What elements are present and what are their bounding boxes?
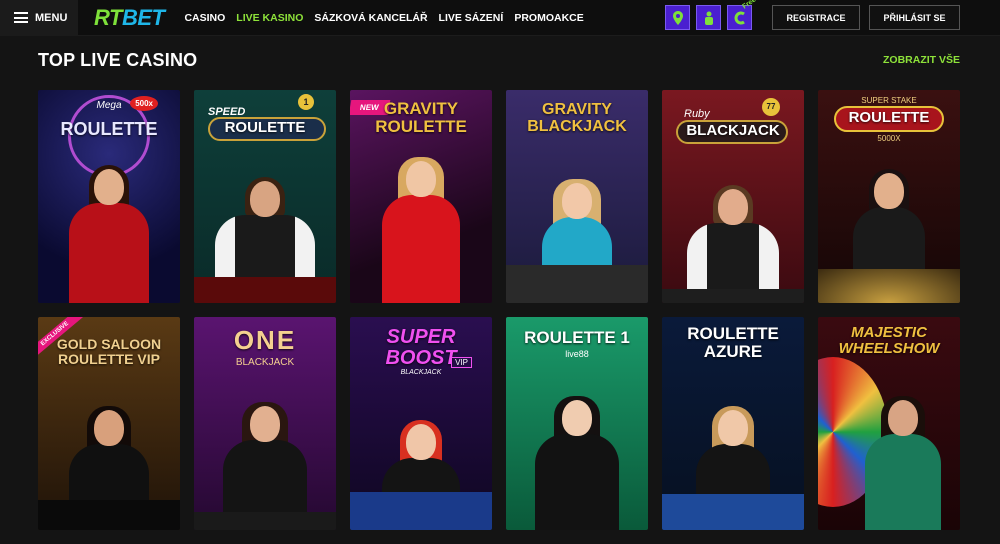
multiplier-badge: 77	[762, 98, 780, 116]
nav-casino[interactable]: CASINO	[184, 12, 225, 24]
game-tile-roulette-azure[interactable]: ROULETTE AZURE	[662, 317, 804, 530]
game-title: GRAVITY BLACKJACK	[527, 101, 627, 135]
map-pin-icon[interactable]	[665, 5, 690, 30]
game-tile-mega-roulette[interactable]: Mega ROULETTE 500x	[38, 90, 180, 303]
section-title: TOP LIVE CASINO	[38, 50, 198, 70]
logo-part-bet: BET	[121, 4, 165, 30]
game-title: ROULETTE AZURE	[687, 324, 779, 361]
game-tile-one-blackjack[interactable]: ONE BLACKJACK	[194, 317, 336, 530]
roulette-table	[38, 500, 180, 530]
game-tile-majestic-wheelshow[interactable]: MAJESTIC WHEELSHOW	[818, 317, 960, 530]
dealer-image	[535, 396, 619, 530]
game-tile-ruby-blackjack[interactable]: Ruby BLACKJACK 77	[662, 90, 804, 303]
game-subtitle: BLACKJACK	[235, 357, 295, 368]
game-title: MAJESTIC WHEELSHOW	[838, 324, 940, 357]
game-tile-gravity-roulette[interactable]: NEW GRAVITY ROULETTE	[350, 90, 492, 303]
game-title: ROULETTE	[848, 109, 930, 126]
game-prefix: Ruby	[684, 108, 710, 120]
menu-label: MENU	[35, 11, 68, 24]
blackjack-table	[350, 492, 492, 530]
game-subtitle: BLACKJACK	[400, 369, 442, 376]
main-nav: CASINO LIVE KASINO SÁZKOVÁ KANCELÁŘ LIVE…	[184, 12, 583, 24]
nav-live-kasino[interactable]: LIVE KASINO	[236, 12, 303, 24]
dealer-image	[865, 396, 942, 530]
nav-promoakce[interactable]: PROMOAKCE	[514, 12, 583, 24]
provider-label: live88	[565, 349, 589, 359]
roulette-table	[662, 494, 804, 530]
player-icon[interactable]	[696, 5, 721, 30]
nav-sazkova-kancelar[interactable]: SÁZKOVÁ KANCELÁŘ	[314, 12, 427, 24]
game-tile-roulette-1[interactable]: ROULETTE 1 live88	[506, 317, 648, 530]
game-prefix: Mega	[96, 100, 122, 111]
quick-icons: Free	[665, 0, 758, 30]
login-button[interactable]: PŘIHLÁSIT SE	[869, 5, 960, 30]
game-tile-speed-roulette[interactable]: SPEED ROULETTE 1	[194, 90, 336, 303]
game-title: GRAVITY ROULETTE	[375, 99, 467, 136]
blackjack-table	[662, 289, 804, 303]
blackjack-table	[194, 512, 336, 530]
game-title: GOLD SALOON ROULETTE VIP	[56, 336, 162, 367]
game-subtitle: 5000X	[877, 134, 901, 143]
nav-live-sazeni[interactable]: LIVE SÁZENÍ	[439, 12, 504, 24]
dealer-image	[687, 185, 779, 303]
roulette-table	[194, 277, 336, 303]
site-logo[interactable]: RTBET	[94, 4, 165, 31]
logo-part-rt: RT	[94, 4, 122, 30]
dealer-image	[382, 157, 460, 303]
game-prefix: SUPER STAKE	[861, 96, 917, 105]
game-tile-gold-saloon-roulette-vip[interactable]: EXCLUSIVE GOLD SALOON ROULETTE VIP	[38, 317, 180, 530]
game-tile-super-stake-roulette[interactable]: SUPER STAKE ROULETTE 5000X	[818, 90, 960, 303]
vip-badge: VIP	[451, 357, 472, 368]
show-all-link[interactable]: ZOBRAZIT VŠE	[883, 54, 960, 66]
menu-button[interactable]: MENU	[0, 0, 78, 36]
hamburger-icon	[14, 12, 28, 23]
blackjack-table	[506, 265, 648, 303]
multiplier-badge: 500x	[130, 96, 158, 111]
game-tile-super-boost-blackjack[interactable]: SUPER BOOST VIP BLACKJACK	[350, 317, 492, 530]
game-title: ROULETTE	[60, 119, 158, 139]
dealer-image	[69, 165, 149, 303]
game-title: ROULETTE	[224, 119, 306, 136]
game-tile-gravity-blackjack[interactable]: GRAVITY BLACKJACK	[506, 90, 648, 303]
game-title: BLACKJACK	[686, 122, 780, 139]
top-bar: MENU RTBET CASINO LIVE KASINO SÁZKOVÁ KA…	[0, 0, 1000, 36]
multiplier-badge: 1	[298, 94, 314, 110]
free-label: Free	[741, 0, 758, 11]
game-title: ROULETTE 1	[524, 328, 630, 347]
roulette-wheel	[818, 269, 960, 303]
game-grid: Mega ROULETTE 500x SPEED ROULETTE 1 NEW …	[38, 90, 960, 530]
game-title: ONE	[233, 325, 297, 355]
register-button[interactable]: REGISTRACE	[772, 5, 860, 30]
free-bonus-icon[interactable]: Free	[727, 0, 758, 30]
